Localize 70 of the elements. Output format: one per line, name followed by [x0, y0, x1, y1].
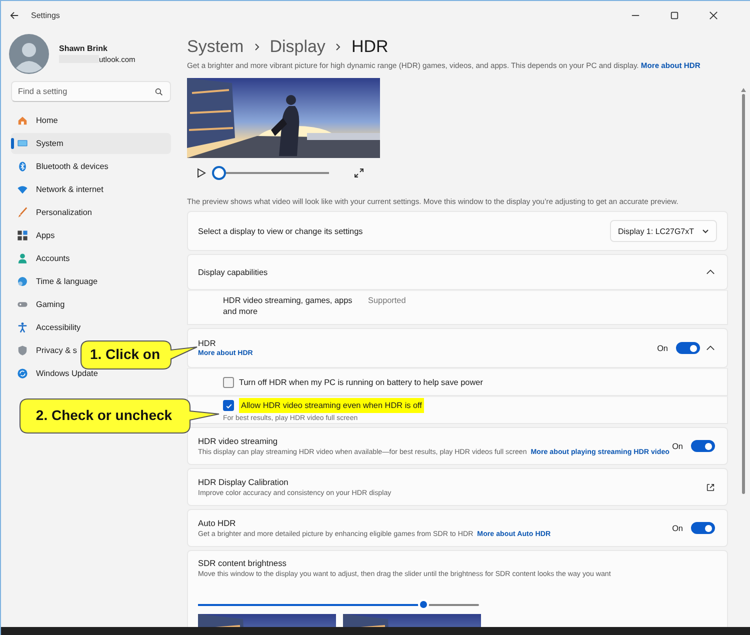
section-title: Display capabilities: [198, 268, 268, 276]
monitor-icon: [17, 138, 28, 149]
nav-item[interactable]: System: [11, 133, 171, 154]
person-icon: [17, 253, 28, 264]
play-icon[interactable]: [197, 168, 206, 178]
toggle-switch[interactable]: [676, 342, 700, 354]
callout-text: 2. Check or uncheck: [36, 408, 172, 422]
checkbox-label: Allow HDR video streaming even when HDR is off: [239, 398, 424, 413]
external-link-icon[interactable]: [706, 482, 715, 492]
breadcrumb-item[interactable]: System: [187, 37, 244, 57]
setting-title: HDR Display Calibration: [198, 477, 290, 487]
search-icon: [155, 88, 163, 96]
nav-item[interactable]: Apps: [11, 228, 57, 243]
scroll-up-icon[interactable]: [740, 88, 746, 92]
nav-item[interactable]: Time & language: [11, 274, 100, 289]
callout-text: 1. Click on: [90, 347, 160, 361]
nav-item[interactable]: Bluetooth & devices: [11, 159, 110, 174]
slider-thumb[interactable]: [420, 601, 427, 608]
chevron-up-icon[interactable]: [706, 269, 715, 275]
toggle-switch[interactable]: [691, 522, 715, 534]
nav-item[interactable]: Gaming: [11, 297, 67, 312]
toggle-state: On: [672, 524, 683, 532]
section-title: HDR: [198, 339, 216, 348]
shield-icon: [17, 345, 28, 356]
checkbox-label: Turn off HDR when my PC is running on battery to help save power: [239, 378, 483, 386]
chevron-right-icon: [254, 43, 260, 51]
display-select-label: Select a display to view or change its settings: [198, 226, 363, 236]
nav-item[interactable]: Accessibility: [11, 320, 83, 335]
nav-item[interactable]: Network & internet: [11, 182, 106, 197]
nav-item[interactable]: Home: [11, 113, 60, 128]
nav-item[interactable]: Accounts: [11, 251, 72, 266]
setting-title: HDR video streaming: [198, 436, 279, 446]
brush-icon: [17, 207, 28, 218]
setting-title: Auto HDR: [198, 518, 237, 528]
nav-item[interactable]: Privacy & s: [11, 343, 79, 358]
nav-item[interactable]: Windows Update: [11, 366, 100, 381]
nav-item[interactable]: Personalization: [11, 205, 94, 220]
back-arrow-icon[interactable]: [10, 11, 19, 20]
apps-icon: [17, 230, 28, 241]
checkbox[interactable]: [223, 376, 234, 388]
window-title: Settings: [31, 11, 60, 20]
home-icon: [17, 115, 28, 126]
seek-thumb[interactable]: [212, 166, 226, 180]
checkbox[interactable]: [223, 400, 234, 411]
chevron-up-icon[interactable]: [706, 345, 715, 351]
capability-name: HDR video streaming, games, apps and more: [223, 295, 353, 317]
sync-icon: [17, 368, 28, 379]
fullscreen-icon[interactable]: [354, 168, 364, 178]
setting-title: SDR content brightness: [198, 558, 288, 568]
capability-value: Supported: [368, 296, 406, 305]
wifi-icon: [17, 184, 28, 195]
avatar: [9, 34, 49, 74]
maximize-icon[interactable]: [670, 11, 679, 20]
chevron-down-icon: [702, 228, 709, 234]
chevron-right-icon: [335, 43, 342, 51]
globe-icon: [17, 276, 28, 287]
breadcrumb-item: HDR: [351, 37, 388, 57]
breadcrumb-item[interactable]: Display: [270, 37, 326, 57]
accessibility-icon: [17, 322, 28, 333]
toggle-switch[interactable]: [691, 440, 715, 452]
bluetooth-icon: [17, 161, 28, 172]
close-icon[interactable]: [709, 11, 718, 20]
checkmark-icon: [224, 402, 232, 410]
scrollbar-thumb[interactable]: [742, 94, 744, 494]
user-name: Shawn Brink: [59, 44, 108, 52]
toggle-state: On: [657, 344, 668, 352]
toggle-state: On: [672, 442, 683, 450]
display-dropdown[interactable]: Display 1: LC27G7xT: [610, 220, 717, 242]
search-field[interactable]: Find a setting: [11, 81, 171, 102]
gamepad-icon: [17, 299, 28, 310]
